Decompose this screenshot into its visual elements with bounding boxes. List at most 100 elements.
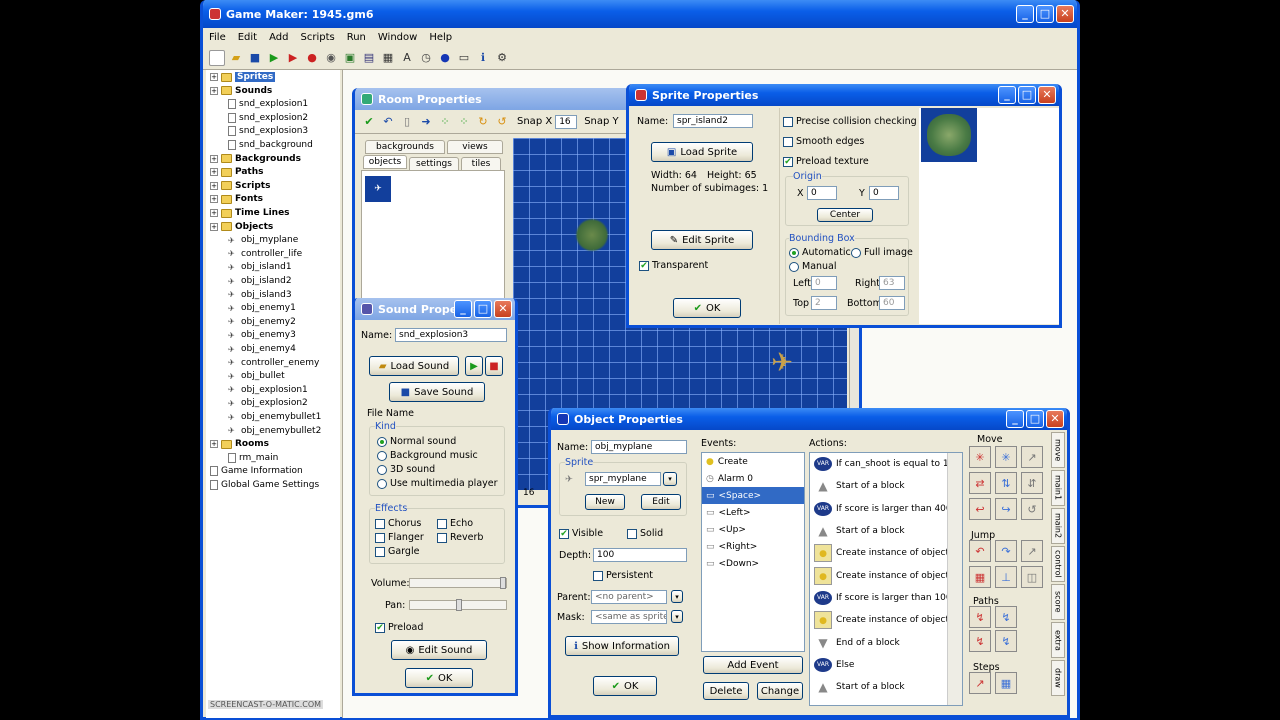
tab-settings[interactable]: settings — [409, 157, 459, 171]
tree-item[interactable]: snd_explosion3 — [228, 126, 308, 137]
add-background-icon[interactable]: ▣ — [342, 50, 358, 66]
tree-item[interactable]: ✈ controller_enemy — [228, 358, 319, 368]
tree-item[interactable]: + Sounds — [210, 86, 272, 96]
ok-check-icon[interactable]: ✔ — [361, 114, 377, 130]
transparent-checkbox[interactable]: ✔ Transparent — [639, 260, 708, 271]
tree-item[interactable]: + Time Lines — [210, 208, 290, 218]
event-row[interactable]: ▭ <Space> — [702, 487, 804, 504]
expand-icon[interactable]: + — [210, 73, 218, 81]
library-tab-main1[interactable]: main1 — [1051, 470, 1065, 506]
tree-item[interactable]: + Paths — [210, 167, 264, 177]
automatic-radio[interactable]: Automatic — [789, 247, 851, 258]
event-row[interactable]: ▭ <Up> — [702, 521, 804, 538]
kind-radio[interactable]: 3D sound — [377, 464, 435, 475]
add-script-icon[interactable]: ▦ — [380, 50, 396, 66]
tree-item[interactable]: + Scripts — [210, 181, 270, 191]
rotate-cw-icon[interactable]: ↻ — [475, 114, 491, 130]
mask-menu-button[interactable]: ▾ — [671, 610, 683, 623]
action-row[interactable]: ● Create instance of object o — [810, 542, 962, 564]
object-name-field[interactable]: obj_myplane — [591, 440, 687, 454]
add-path-icon[interactable]: ▤ — [361, 50, 377, 66]
add-sound-icon[interactable]: ◉ — [323, 50, 339, 66]
save-icon[interactable]: ■ — [247, 50, 263, 66]
add-font-icon[interactable]: A — [399, 50, 415, 66]
action-row[interactable]: VAR If can_shoot is equal to 1 — [810, 453, 962, 475]
tree-item[interactable]: ✈ obj_explosion2 — [228, 398, 308, 408]
expand-icon[interactable]: + — [210, 440, 218, 449]
flanger-checkbox[interactable]: Flanger — [375, 532, 424, 543]
event-row[interactable]: ◷ Alarm 0 — [702, 470, 804, 487]
sprite-minimize-button[interactable]: _ — [998, 86, 1016, 104]
close-button[interactable]: ✕ — [1056, 5, 1074, 23]
origin-y-field[interactable]: 0 — [869, 186, 899, 200]
show-information-button[interactable]: ℹ Show Information — [565, 636, 679, 656]
menu-add[interactable]: Add — [269, 32, 288, 43]
tree-item[interactable]: ✈ obj_enemy4 — [228, 344, 296, 354]
menu-window[interactable]: Window — [378, 32, 417, 43]
tree-item[interactable]: Game Information — [210, 466, 303, 477]
expand-icon[interactable]: + — [210, 222, 218, 231]
library-action-button[interactable]: ↯ — [995, 606, 1017, 628]
parent-menu-button[interactable]: ▾ — [671, 590, 683, 603]
maximize-button[interactable]: □ — [1036, 5, 1054, 23]
shift-icon[interactable]: ➜ — [418, 114, 434, 130]
sound-ok-button[interactable]: ✔ OK — [405, 668, 473, 688]
add-room-icon[interactable]: ▭ — [456, 50, 472, 66]
library-tab-extra[interactable]: extra — [1051, 622, 1065, 658]
settings-icon[interactable]: ⚙ — [494, 50, 510, 66]
menu-edit[interactable]: Edit — [238, 32, 257, 43]
rotate-ccw-icon[interactable]: ↺ — [494, 114, 510, 130]
add-event-button[interactable]: Add Event — [703, 656, 803, 674]
tab-views[interactable]: views — [447, 140, 503, 154]
library-action-button[interactable]: ↯ — [969, 606, 991, 628]
center-button[interactable]: Center — [817, 208, 873, 222]
volume-slider[interactable] — [409, 577, 507, 589]
tree-item[interactable]: ✈ obj_island1 — [228, 262, 292, 272]
action-row[interactable]: ▼ End of a block — [810, 631, 962, 653]
tab-backgrounds[interactable]: backgrounds — [365, 140, 445, 154]
sprite-maximize-button[interactable]: □ — [1018, 86, 1036, 104]
object-maximize-button[interactable]: □ — [1026, 410, 1044, 428]
expand-icon[interactable]: + — [210, 195, 218, 204]
library-action-button[interactable]: ⇄ — [969, 472, 991, 494]
event-row[interactable]: ▭ <Down> — [702, 555, 804, 572]
debug-run-icon[interactable]: ▶ — [285, 50, 301, 66]
clear-icon[interactable]: ▯ — [399, 114, 415, 130]
tree-item[interactable]: ✈ obj_enemy2 — [228, 317, 296, 327]
top-field[interactable]: 2 — [811, 296, 837, 310]
library-action-button[interactable]: ⊥ — [995, 566, 1017, 588]
open-icon[interactable]: ▰ — [228, 50, 244, 66]
event-row[interactable]: ▭ <Left> — [702, 504, 804, 521]
new-file-icon[interactable] — [209, 49, 225, 66]
sprite-ok-button[interactable]: ✔ OK — [673, 298, 741, 318]
add-timeline-icon[interactable]: ◷ — [418, 50, 434, 66]
reverb-checkbox[interactable]: Reverb — [437, 532, 483, 543]
library-action-button[interactable]: ⇅ — [995, 472, 1017, 494]
object-close-button[interactable]: ✕ — [1046, 410, 1064, 428]
action-row[interactable]: ● Create instance of object o — [810, 564, 962, 586]
save-sound-button[interactable]: ■ Save Sound — [389, 382, 485, 402]
sprite-menu-button[interactable]: ▾ — [663, 472, 677, 486]
library-tab-score[interactable]: score — [1051, 584, 1065, 620]
tree-item[interactable]: Global Game Settings — [210, 480, 319, 490]
tab-objects[interactable]: objects — [363, 155, 407, 169]
tab-tiles[interactable]: tiles — [461, 157, 501, 171]
tree-item[interactable]: ✈ obj_enemybullet2 — [228, 426, 321, 436]
bottom-field[interactable]: 60 — [879, 296, 905, 310]
sprite-name-field[interactable]: spr_island2 — [673, 114, 753, 128]
menu-scripts[interactable]: Scripts — [300, 32, 334, 43]
event-row[interactable]: ● Create — [702, 453, 804, 470]
library-action-button[interactable]: ↗ — [1021, 446, 1043, 468]
library-action-button[interactable]: ▦ — [995, 672, 1017, 694]
library-action-button[interactable]: ↗ — [969, 672, 991, 694]
tree-item[interactable]: ✈ obj_island3 — [228, 290, 292, 300]
add-object-icon[interactable]: ● — [437, 50, 453, 66]
action-row[interactable]: ▲ Start of a block — [810, 475, 962, 497]
library-action-button[interactable]: ↷ — [995, 540, 1017, 562]
tree-item[interactable]: ✈ obj_enemybullet1 — [228, 412, 321, 422]
right-field[interactable]: 63 — [879, 276, 905, 290]
tree-item[interactable]: + Objects — [210, 222, 273, 232]
library-action-button[interactable]: ↩ — [969, 498, 991, 520]
tree-item[interactable]: snd_background — [228, 140, 313, 150]
tree-item[interactable]: + Sprites — [210, 72, 276, 82]
